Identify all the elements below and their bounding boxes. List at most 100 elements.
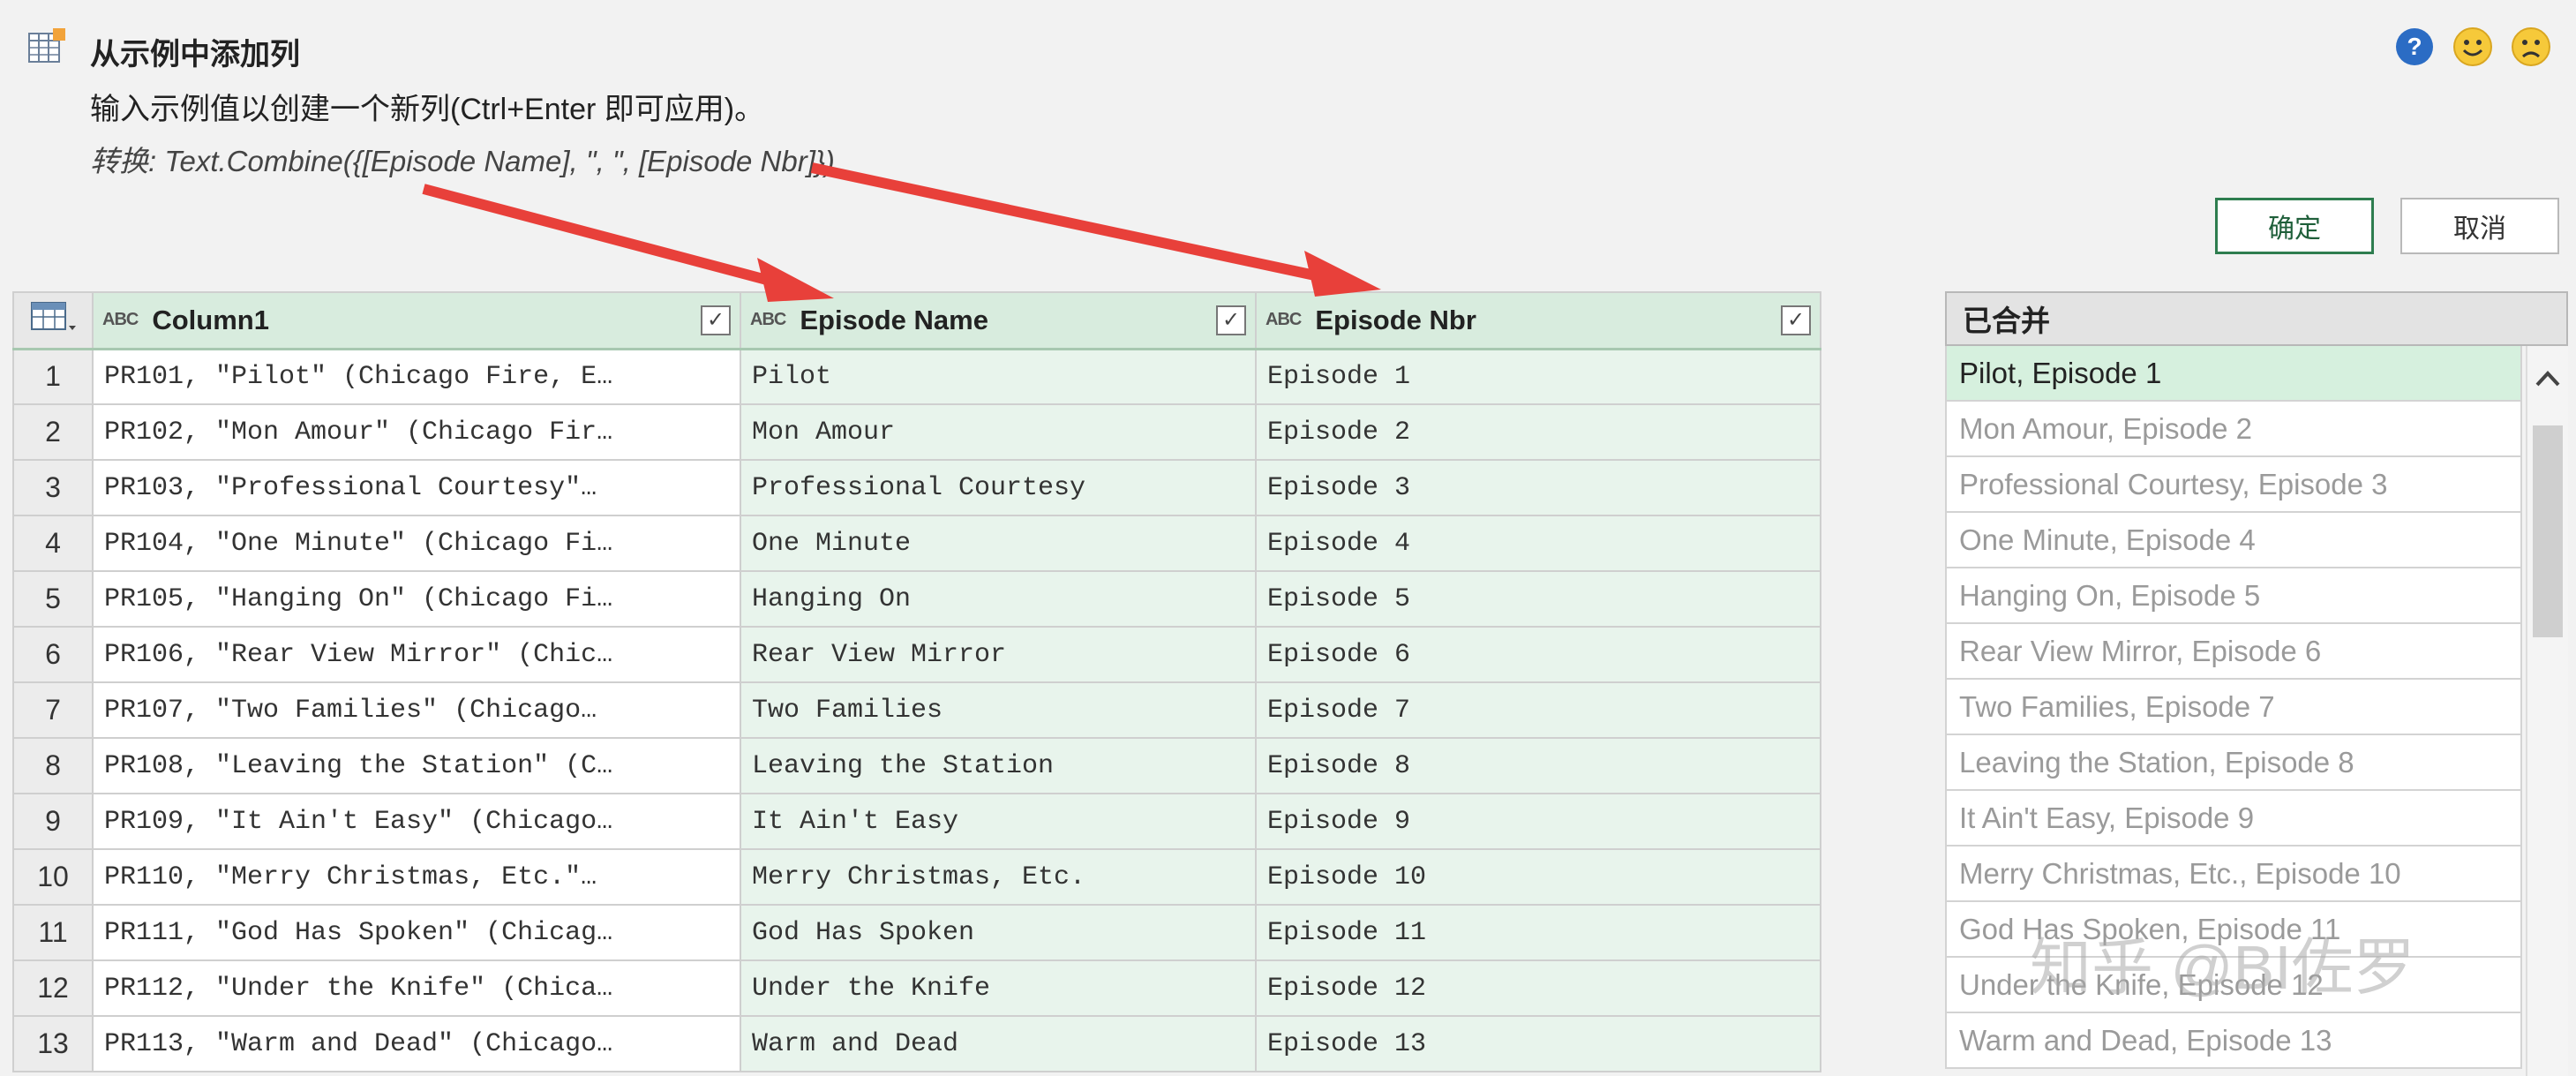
row-number[interactable]: 1 bbox=[12, 348, 94, 405]
cell-episode-nbr[interactable]: Episode 10 bbox=[1255, 848, 1821, 906]
help-icon[interactable]: ? bbox=[2394, 26, 2435, 67]
table-row[interactable]: 10 PR110, "Merry Christmas, Etc."… Merry C… bbox=[12, 848, 1821, 906]
cell-episode-name[interactable]: Leaving the Station bbox=[740, 737, 1257, 794]
text-type-icon: ABC bbox=[750, 310, 786, 330]
row-number[interactable]: 8 bbox=[12, 737, 94, 794]
column-header-column1[interactable]: ABC Column1 ✓ bbox=[92, 291, 741, 350]
cell-episode-name[interactable]: Under the Knife bbox=[740, 959, 1257, 1017]
row-number[interactable]: 10 bbox=[12, 848, 94, 906]
merged-preview-item[interactable]: Hanging On, Episode 5 bbox=[1945, 568, 2522, 624]
column-header-label: Column1 bbox=[152, 304, 269, 335]
cell-episode-nbr[interactable]: Episode 8 bbox=[1255, 737, 1821, 794]
cell-episode-nbr[interactable]: Episode 1 bbox=[1255, 348, 1821, 405]
arrow-head-icon bbox=[1304, 251, 1381, 297]
cell-episode-name[interactable]: Two Families bbox=[740, 681, 1257, 739]
column-checkbox[interactable]: ✓ bbox=[1781, 305, 1811, 335]
merged-example-input[interactable]: Pilot, Episode 1 bbox=[1945, 346, 2522, 402]
merged-preview-item[interactable]: Rear View Mirror, Episode 6 bbox=[1945, 624, 2522, 680]
cell-episode-nbr[interactable]: Episode 4 bbox=[1255, 515, 1821, 572]
cell-episode-nbr[interactable]: Episode 12 bbox=[1255, 959, 1821, 1017]
cell-column1[interactable]: PR103, "Professional Courtesy"… bbox=[92, 459, 741, 516]
table-row[interactable]: 9 PR109, "It Ain't Easy" (Chicago… It Ain'… bbox=[12, 793, 1821, 850]
table-row[interactable]: 8 PR108, "Leaving the Station" (C… Leaving… bbox=[12, 737, 1821, 794]
scrollbar-thumb[interactable] bbox=[2533, 425, 2563, 637]
merged-preview-item[interactable]: One Minute, Episode 4 bbox=[1945, 513, 2522, 568]
cell-column1[interactable]: PR104, "One Minute" (Chicago Fi… bbox=[92, 515, 741, 572]
merged-preview-item[interactable]: It Ain't Easy, Episode 9 bbox=[1945, 791, 2522, 847]
watermark: 知乎 @BI佐罗 bbox=[2030, 933, 2415, 1002]
table-row[interactable]: 1 PR101, "Pilot" (Chicago Fire, E… Pilot Ep… bbox=[12, 348, 1821, 405]
merged-preview-item[interactable]: Merry Christmas, Etc., Episode 10 bbox=[1945, 847, 2522, 902]
transform-formula: 转换: Text.Combine({[Episode Name], ", ", … bbox=[90, 138, 835, 180]
table-row[interactable]: 4 PR104, "One Minute" (Chicago Fi… One Min… bbox=[12, 515, 1821, 572]
row-number[interactable]: 5 bbox=[12, 570, 94, 628]
table-menu-button[interactable] bbox=[12, 291, 94, 350]
cell-column1[interactable]: PR113, "Warm and Dead" (Chicago… bbox=[92, 1015, 741, 1072]
smile-icon[interactable] bbox=[2452, 26, 2493, 67]
merged-preview-item[interactable]: Two Families, Episode 7 bbox=[1945, 680, 2522, 735]
chevron-up-icon[interactable] bbox=[2533, 364, 2563, 394]
cell-column1[interactable]: PR111, "God Has Spoken" (Chicag… bbox=[92, 904, 741, 961]
column-checkbox[interactable]: ✓ bbox=[701, 305, 731, 335]
table-row[interactable]: 6 PR106, "Rear View Mirror" (Chic… Rear Vi… bbox=[12, 626, 1821, 683]
cell-episode-nbr[interactable]: Episode 3 bbox=[1255, 459, 1821, 516]
table-row[interactable]: 3 PR103, "Professional Courtesy"… Professi… bbox=[12, 459, 1821, 516]
cell-episode-name[interactable]: It Ain't Easy bbox=[740, 793, 1257, 850]
cell-column1[interactable]: PR101, "Pilot" (Chicago Fire, E… bbox=[92, 348, 741, 405]
cell-episode-name[interactable]: Warm and Dead bbox=[740, 1015, 1257, 1072]
table-row[interactable]: 2 PR102, "Mon Amour" (Chicago Fir… Mon Amo… bbox=[12, 403, 1821, 461]
column-checkbox[interactable]: ✓ bbox=[1216, 305, 1246, 335]
cell-episode-nbr[interactable]: Episode 9 bbox=[1255, 793, 1821, 850]
cell-column1[interactable]: PR109, "It Ain't Easy" (Chicago… bbox=[92, 793, 741, 850]
cell-episode-name[interactable]: Pilot bbox=[740, 348, 1257, 405]
table-icon bbox=[31, 301, 76, 330]
row-number[interactable]: 13 bbox=[12, 1015, 94, 1072]
cell-column1[interactable]: PR110, "Merry Christmas, Etc."… bbox=[92, 848, 741, 906]
cell-episode-nbr[interactable]: Episode 6 bbox=[1255, 626, 1821, 683]
vertical-scrollbar[interactable] bbox=[2526, 346, 2568, 1076]
frown-icon[interactable] bbox=[2511, 26, 2551, 67]
cell-episode-name[interactable]: Hanging On bbox=[740, 570, 1257, 628]
merged-column-header[interactable]: 已合并 bbox=[1945, 291, 2568, 346]
row-number[interactable]: 9 bbox=[12, 793, 94, 850]
text-type-icon: ABC bbox=[102, 310, 139, 330]
cell-episode-name[interactable]: Mon Amour bbox=[740, 403, 1257, 461]
cell-episode-nbr[interactable]: Episode 5 bbox=[1255, 570, 1821, 628]
cell-episode-nbr[interactable]: Episode 11 bbox=[1255, 904, 1821, 961]
merged-preview-item[interactable]: Professional Courtesy, Episode 3 bbox=[1945, 457, 2522, 513]
cell-episode-name[interactable]: Merry Christmas, Etc. bbox=[740, 848, 1257, 906]
cell-column1[interactable]: PR105, "Hanging On" (Chicago Fi… bbox=[92, 570, 741, 628]
row-number[interactable]: 11 bbox=[12, 904, 94, 961]
merged-preview-item[interactable]: Leaving the Station, Episode 8 bbox=[1945, 735, 2522, 791]
table-row[interactable]: 13 PR113, "Warm and Dead" (Chicago… Warm a… bbox=[12, 1015, 1821, 1072]
cell-episode-name[interactable]: One Minute bbox=[740, 515, 1257, 572]
cell-episode-name[interactable]: Rear View Mirror bbox=[740, 626, 1257, 683]
cell-column1[interactable]: PR112, "Under the Knife" (Chica… bbox=[92, 959, 741, 1017]
cell-episode-name[interactable]: Professional Courtesy bbox=[740, 459, 1257, 516]
row-number[interactable]: 6 bbox=[12, 626, 94, 683]
row-number[interactable]: 12 bbox=[12, 959, 94, 1017]
column-header-episode-name[interactable]: ABC Episode Name ✓ bbox=[740, 291, 1257, 350]
merged-preview-item[interactable]: Warm and Dead, Episode 13 bbox=[1945, 1013, 2522, 1069]
column-header-label: Episode Nbr bbox=[1315, 304, 1476, 335]
cell-column1[interactable]: PR102, "Mon Amour" (Chicago Fir… bbox=[92, 403, 741, 461]
cell-episode-nbr[interactable]: Episode 7 bbox=[1255, 681, 1821, 739]
cell-column1[interactable]: PR108, "Leaving the Station" (C… bbox=[92, 737, 741, 794]
row-number[interactable]: 7 bbox=[12, 681, 94, 739]
cell-episode-nbr[interactable]: Episode 13 bbox=[1255, 1015, 1821, 1072]
table-row[interactable]: 5 PR105, "Hanging On" (Chicago Fi… Hanging… bbox=[12, 570, 1821, 628]
cell-column1[interactable]: PR107, "Two Families" (Chicago… bbox=[92, 681, 741, 739]
row-number[interactable]: 3 bbox=[12, 459, 94, 516]
table-row[interactable]: 12 PR112, "Under the Knife" (Chica… Under … bbox=[12, 959, 1821, 1017]
cell-episode-name[interactable]: God Has Spoken bbox=[740, 904, 1257, 961]
table-row[interactable]: 11 PR111, "God Has Spoken" (Chicag… God Ha… bbox=[12, 904, 1821, 961]
cell-column1[interactable]: PR106, "Rear View Mirror" (Chic… bbox=[92, 626, 741, 683]
column-header-episode-nbr[interactable]: ABC Episode Nbr ✓ bbox=[1255, 291, 1821, 350]
row-number[interactable]: 4 bbox=[12, 515, 94, 572]
cell-episode-nbr[interactable]: Episode 2 bbox=[1255, 403, 1821, 461]
table-row[interactable]: 7 PR107, "Two Families" (Chicago… Two Fami… bbox=[12, 681, 1821, 739]
ok-button[interactable]: 确定 bbox=[2215, 198, 2374, 254]
merged-preview-item[interactable]: Mon Amour, Episode 2 bbox=[1945, 402, 2522, 457]
cancel-button[interactable]: 取消 bbox=[2400, 198, 2559, 254]
row-number[interactable]: 2 bbox=[12, 403, 94, 461]
